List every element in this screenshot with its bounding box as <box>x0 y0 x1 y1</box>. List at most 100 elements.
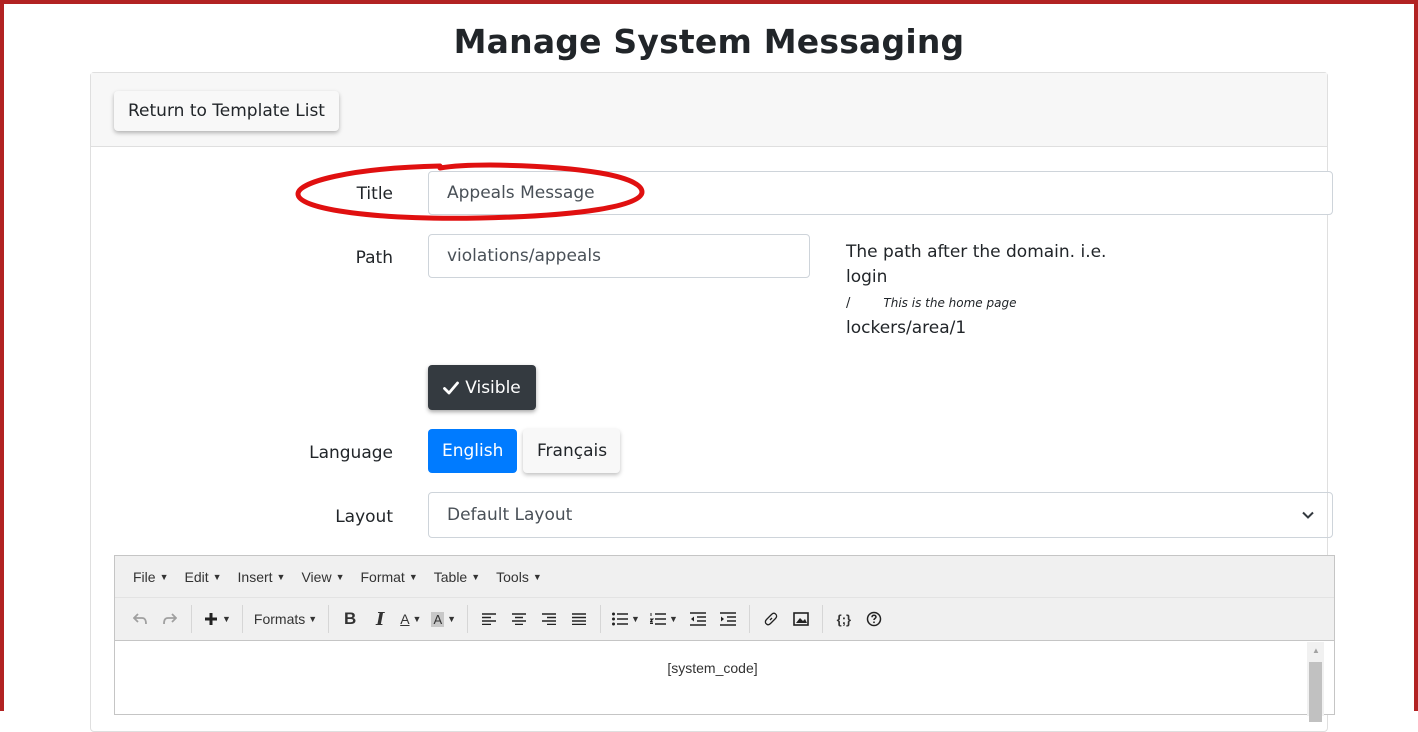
path-input[interactable]: violations/appeals <box>428 234 810 278</box>
title-input-value: Appeals Message <box>447 183 595 203</box>
caret-down-icon: ▼ <box>471 571 481 582</box>
bullet-list-button[interactable]: ▼ <box>607 604 645 634</box>
font-color-icon: A <box>400 611 410 627</box>
caret-down-icon: ▼ <box>408 571 418 582</box>
editor-content-text: [system_code] <box>667 660 758 676</box>
menu-table-label: Table <box>433 568 468 585</box>
card-header: Return to Template List <box>91 73 1327 147</box>
outdent-icon <box>689 612 706 626</box>
menu-insert[interactable]: Insert ▼ <box>232 565 292 589</box>
numbered-list-button[interactable]: ▼ <box>645 604 683 634</box>
menu-format-label: Format <box>360 568 405 585</box>
redo-icon <box>163 613 177 625</box>
toolbar-separator <box>241 605 243 633</box>
menu-tools-label: Tools <box>496 568 529 585</box>
menu-view[interactable]: View ▼ <box>295 565 350 589</box>
formats-dropdown[interactable]: Formats ▼ <box>249 604 322 634</box>
visible-toggle-button[interactable]: Visible <box>428 365 536 410</box>
editor-content-area[interactable]: [system_code] <box>115 642 1334 716</box>
toolbar-separator <box>328 605 330 633</box>
scroll-up-arrow-icon[interactable]: ▲ <box>1312 646 1320 655</box>
align-left-icon <box>482 613 497 625</box>
insert-button[interactable]: ▼ <box>198 604 236 634</box>
caret-down-icon: ▼ <box>222 614 231 624</box>
menu-file-label: File <box>133 568 156 585</box>
indent-button[interactable] <box>713 604 743 634</box>
menu-format[interactable]: Format ▼ <box>354 565 423 589</box>
path-help-example: login <box>846 267 888 287</box>
menu-edit[interactable]: Edit ▼ <box>178 565 227 589</box>
source-code-button[interactable]: {;} <box>829 604 859 634</box>
caret-down-icon: ▼ <box>308 614 318 624</box>
align-left-button[interactable] <box>474 604 504 634</box>
caret-down-icon: ▼ <box>335 571 345 582</box>
align-right-icon <box>542 613 557 625</box>
editor-menubar: File ▼ Edit ▼ Insert ▼ View ▼ Format ▼ Table ▼… <box>115 556 1334 598</box>
menu-tools[interactable]: Tools ▼ <box>490 565 548 589</box>
formats-label: Formats <box>253 611 306 627</box>
visible-label: Visible <box>465 377 521 398</box>
bullet-list-icon <box>612 612 629 626</box>
caret-down-icon: ▼ <box>532 571 542 582</box>
path-help-line: The path after the domain. i.e. <box>846 242 1107 262</box>
path-help-example: lockers/area/1 <box>846 318 967 338</box>
return-to-template-list-button[interactable]: Return to Template List <box>114 91 339 131</box>
redo-button[interactable] <box>155 604 185 634</box>
title-label: Title <box>356 184 393 204</box>
plus-icon <box>205 613 217 625</box>
align-justify-button[interactable] <box>564 604 594 634</box>
scrollbar-thumb[interactable] <box>1309 662 1322 722</box>
caret-down-icon: ▼ <box>447 614 457 624</box>
menu-view-label: View <box>301 568 332 585</box>
undo-button[interactable] <box>125 604 155 634</box>
path-help-text: The path after the domain. i.e. login / … <box>846 240 1106 341</box>
font-color-button[interactable]: A ▼ <box>395 604 426 634</box>
italic-button[interactable]: I <box>365 604 395 634</box>
help-button[interactable] <box>859 604 889 634</box>
toolbar-separator <box>191 605 192 633</box>
home-path-slash: / <box>846 296 851 311</box>
background-color-icon: A <box>431 611 445 627</box>
path-help-example-home: / This is the home page <box>846 290 1106 316</box>
caret-down-icon: ▼ <box>276 571 286 582</box>
editor-scrollbar[interactable]: ▲ <box>1307 642 1324 722</box>
caret-down-icon: ▼ <box>159 571 169 582</box>
menu-insert-label: Insert <box>237 568 273 585</box>
insert-image-button[interactable] <box>786 604 816 634</box>
title-input[interactable]: Appeals Message <box>428 171 1333 215</box>
indent-icon <box>719 612 736 626</box>
align-center-button[interactable] <box>504 604 534 634</box>
link-icon <box>764 612 778 626</box>
layout-select-value: Default Layout <box>447 505 573 525</box>
toolbar-separator <box>821 605 823 633</box>
layout-select[interactable]: Default Layout <box>428 492 1333 538</box>
chevron-down-icon <box>1302 511 1314 519</box>
editor-toolbar: ▼ Formats ▼ B I A ▼ A ▼ ▼ ▼ {;} <box>115 598 1334 641</box>
numbered-list-icon <box>649 613 666 625</box>
outdent-button[interactable] <box>683 604 713 634</box>
layout-label: Layout <box>335 507 393 527</box>
background-color-button[interactable]: A ▼ <box>426 604 461 634</box>
language-label: Language <box>309 443 393 463</box>
bold-button[interactable]: B <box>335 604 365 634</box>
menu-file[interactable]: File ▼ <box>127 565 174 589</box>
caret-down-icon: ▼ <box>212 571 222 582</box>
language-english-button[interactable]: English <box>428 429 517 473</box>
menu-table[interactable]: Table ▼ <box>428 565 486 589</box>
page-title: Manage System Messaging <box>453 22 965 61</box>
path-label: Path <box>355 248 393 268</box>
path-input-value: violations/appeals <box>447 246 601 266</box>
language-french-button[interactable]: Français <box>523 429 620 473</box>
align-right-button[interactable] <box>534 604 564 634</box>
help-icon <box>866 611 882 627</box>
rich-text-editor: File ▼ Edit ▼ Insert ▼ View ▼ Format ▼ Table ▼… <box>114 555 1335 722</box>
insert-link-button[interactable] <box>756 604 786 634</box>
caret-down-icon: ▼ <box>412 614 422 624</box>
image-icon <box>793 612 809 626</box>
check-icon <box>443 381 460 394</box>
toolbar-separator <box>467 605 469 633</box>
caret-down-icon: ▼ <box>668 614 678 624</box>
undo-icon <box>133 613 147 625</box>
caret-down-icon: ▼ <box>631 614 640 624</box>
toolbar-separator <box>748 605 750 633</box>
